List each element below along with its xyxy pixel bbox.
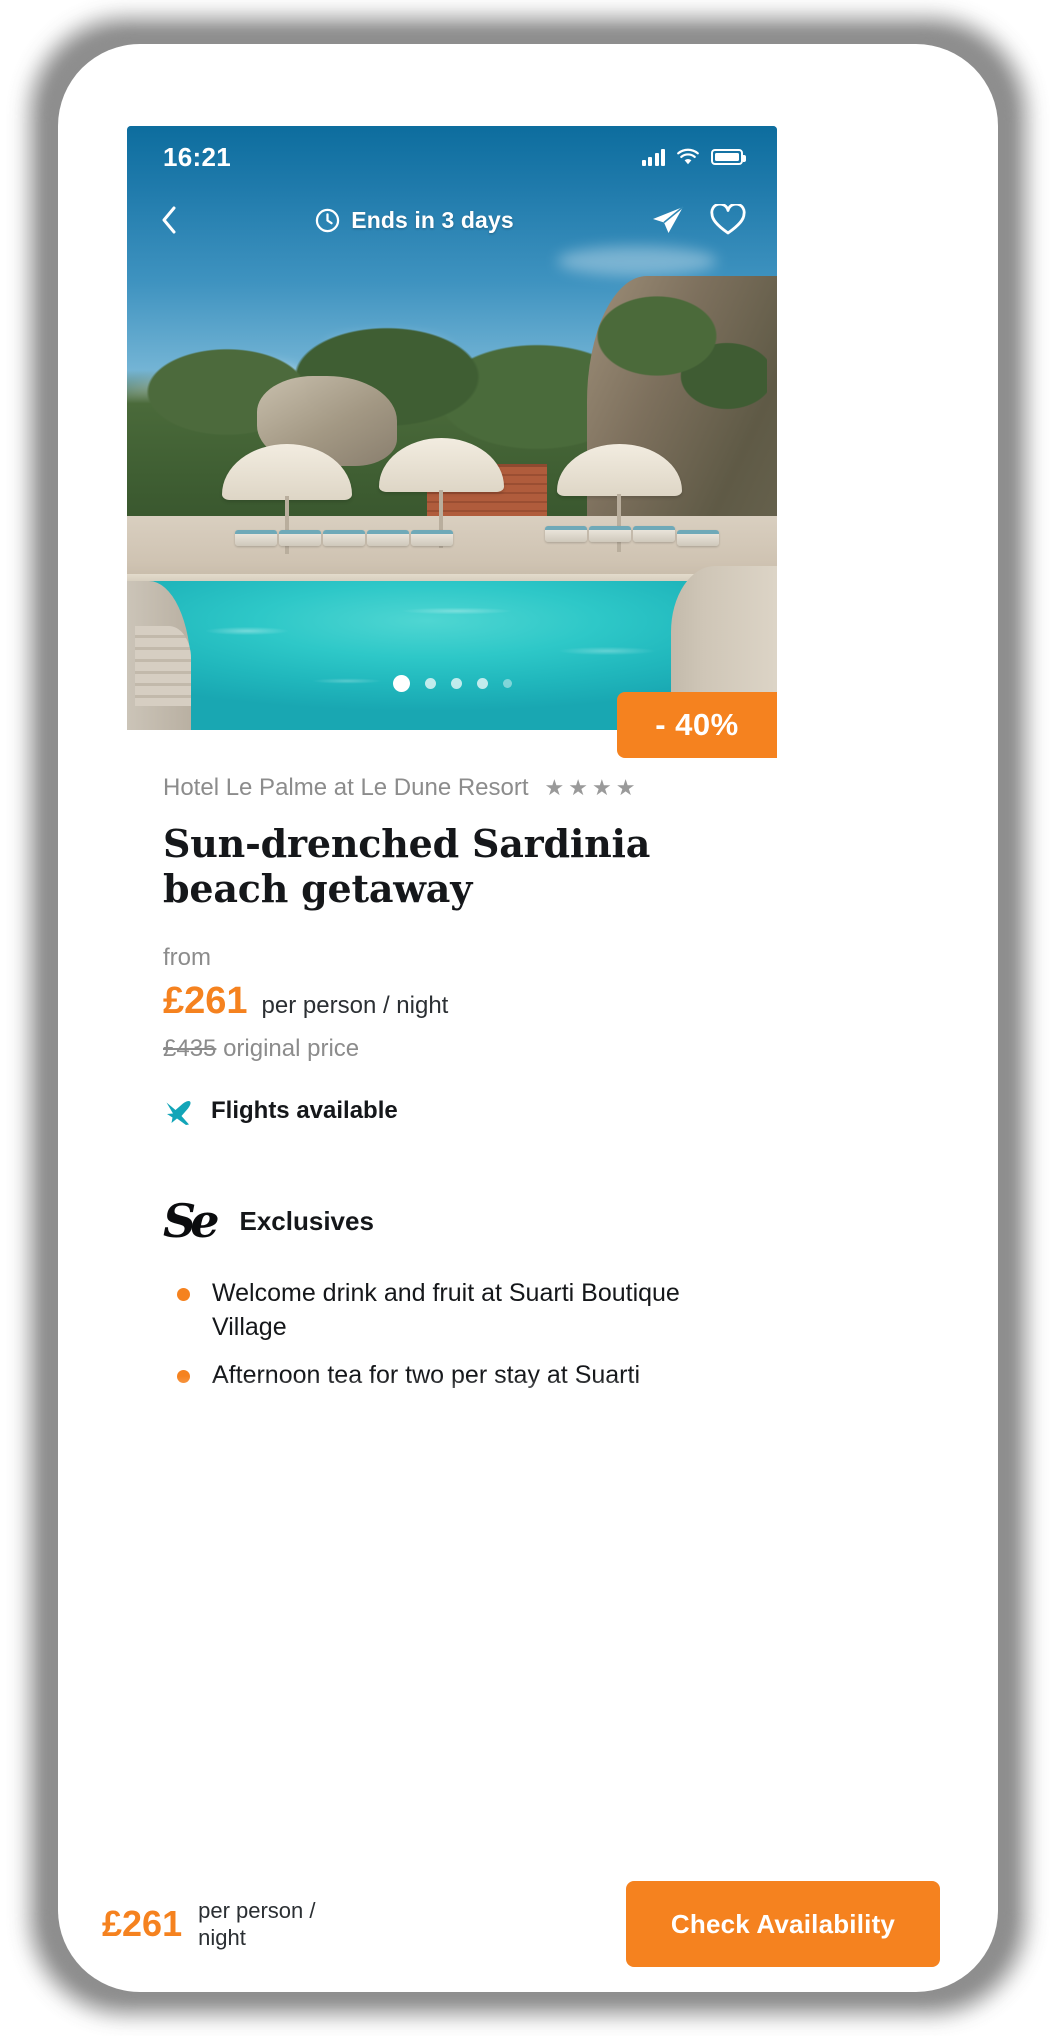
countdown-banner: Ends in 3 days xyxy=(179,207,649,234)
back-chevron-icon xyxy=(162,206,176,234)
list-item: Afternoon tea for two per stay at Suarti xyxy=(177,1358,741,1392)
gallery-dot-3[interactable] xyxy=(450,678,462,689)
exclusives-header: Se Exclusives xyxy=(163,1193,741,1248)
gallery-pagination[interactable] xyxy=(127,675,777,692)
star-rating: ★ ★ ★ ★ xyxy=(545,777,636,799)
price-unit: per person / night xyxy=(261,991,449,1019)
status-time: 16:21 xyxy=(163,141,231,172)
bullet-dot-icon xyxy=(177,1288,190,1302)
phone-screen: 16:21 Ends in 3 days - 40% Hotel Le Palm… xyxy=(127,126,777,1532)
original-price-suffix: original price xyxy=(223,1034,360,1062)
cellular-signal-icon xyxy=(641,148,665,166)
battery-icon xyxy=(711,149,746,165)
exclusive-text: Afternoon tea for two per stay at Suarti xyxy=(212,1361,641,1390)
status-bar: 16:21 xyxy=(127,126,777,188)
star-icon: ★ xyxy=(568,775,588,800)
page-root: 16:21 Ends in 3 days - 40% Hotel Le Palm… xyxy=(0,0,1056,2036)
secret-escapes-monogram-icon: Se xyxy=(163,1193,219,1248)
cliff-vegetation xyxy=(597,286,767,446)
hero-actions xyxy=(649,201,747,239)
share-button[interactable] xyxy=(649,201,687,239)
sticky-booking-bar: £261 per person / night Check Availabili… xyxy=(58,1856,998,1992)
deal-content: Hotel Le Palme at Le Dune Resort ★ ★ ★ ★… xyxy=(127,730,777,1392)
page-title: Sun-drenched Sardinia beach getaway xyxy=(163,821,741,912)
sun-lounger xyxy=(367,530,409,546)
star-icon: ★ xyxy=(544,775,565,800)
exclusives-title: Exclusives xyxy=(239,1205,374,1236)
airplane-icon xyxy=(166,1100,191,1125)
heart-icon xyxy=(710,204,746,235)
gallery-dot-5[interactable] xyxy=(502,679,512,688)
sun-lounger xyxy=(411,530,453,546)
sun-lounger xyxy=(235,530,277,546)
check-availability-button[interactable]: Check Availability xyxy=(626,1881,940,1967)
gallery-dot-4[interactable] xyxy=(476,678,488,689)
original-price-row: £435 original price xyxy=(163,1035,741,1063)
sun-lounger xyxy=(677,530,719,546)
share-icon xyxy=(653,206,684,233)
bullet-dot-icon xyxy=(177,1370,190,1384)
list-item: Welcome drink and fruit at Suarti Boutiq… xyxy=(177,1276,741,1344)
exclusives-list: Welcome drink and fruit at Suarti Boutiq… xyxy=(163,1276,741,1392)
flights-available-row: Flights available xyxy=(163,1097,741,1125)
favourite-button[interactable] xyxy=(709,201,747,239)
exclusive-text: Welcome drink and fruit at Suarti Boutiq… xyxy=(212,1279,680,1342)
hero-gallery[interactable]: 16:21 Ends in 3 days xyxy=(127,126,777,730)
star-icon: ★ xyxy=(592,775,612,800)
bottom-bar-price: £261 xyxy=(102,1903,183,1944)
status-icons xyxy=(641,148,746,166)
sun-lounger xyxy=(279,530,321,546)
gallery-dot-1[interactable] xyxy=(392,675,410,692)
sun-lounger xyxy=(545,526,587,542)
deal-title-line-2: beach getaway xyxy=(163,865,473,911)
pool-steps xyxy=(135,626,191,706)
sun-lounger xyxy=(323,530,365,546)
hotel-row: Hotel Le Palme at Le Dune Resort ★ ★ ★ ★ xyxy=(163,774,741,802)
wifi-icon xyxy=(677,148,699,165)
original-price-amount: £435 xyxy=(163,1034,217,1062)
gallery-dot-2[interactable] xyxy=(424,678,436,689)
sun-lounger xyxy=(589,526,631,542)
exclusives-section: Se Exclusives Welcome drink and fruit at… xyxy=(163,1193,741,1392)
bottom-bar-price-unit: per person / night xyxy=(198,1897,316,1951)
discount-badge: - 40% xyxy=(617,692,777,758)
hero-nav-bar: Ends in 3 days xyxy=(127,188,777,252)
clock-icon xyxy=(316,208,340,232)
countdown-label: Ends in 3 days xyxy=(351,206,514,233)
sun-lounger xyxy=(633,526,675,542)
flights-label: Flights available xyxy=(211,1096,398,1124)
deal-title-line-1: Sun-drenched Sardinia xyxy=(163,821,651,866)
phone-device-frame: 16:21 Ends in 3 days - 40% Hotel Le Palm… xyxy=(58,44,998,1988)
price-row: £261 per person / night xyxy=(163,980,741,1023)
from-label: from xyxy=(163,943,211,971)
parasol-pole xyxy=(617,494,621,552)
star-icon: ★ xyxy=(615,775,636,800)
hotel-name: Hotel Le Palme at Le Dune Resort xyxy=(163,774,529,801)
price-amount: £261 xyxy=(163,979,248,1022)
